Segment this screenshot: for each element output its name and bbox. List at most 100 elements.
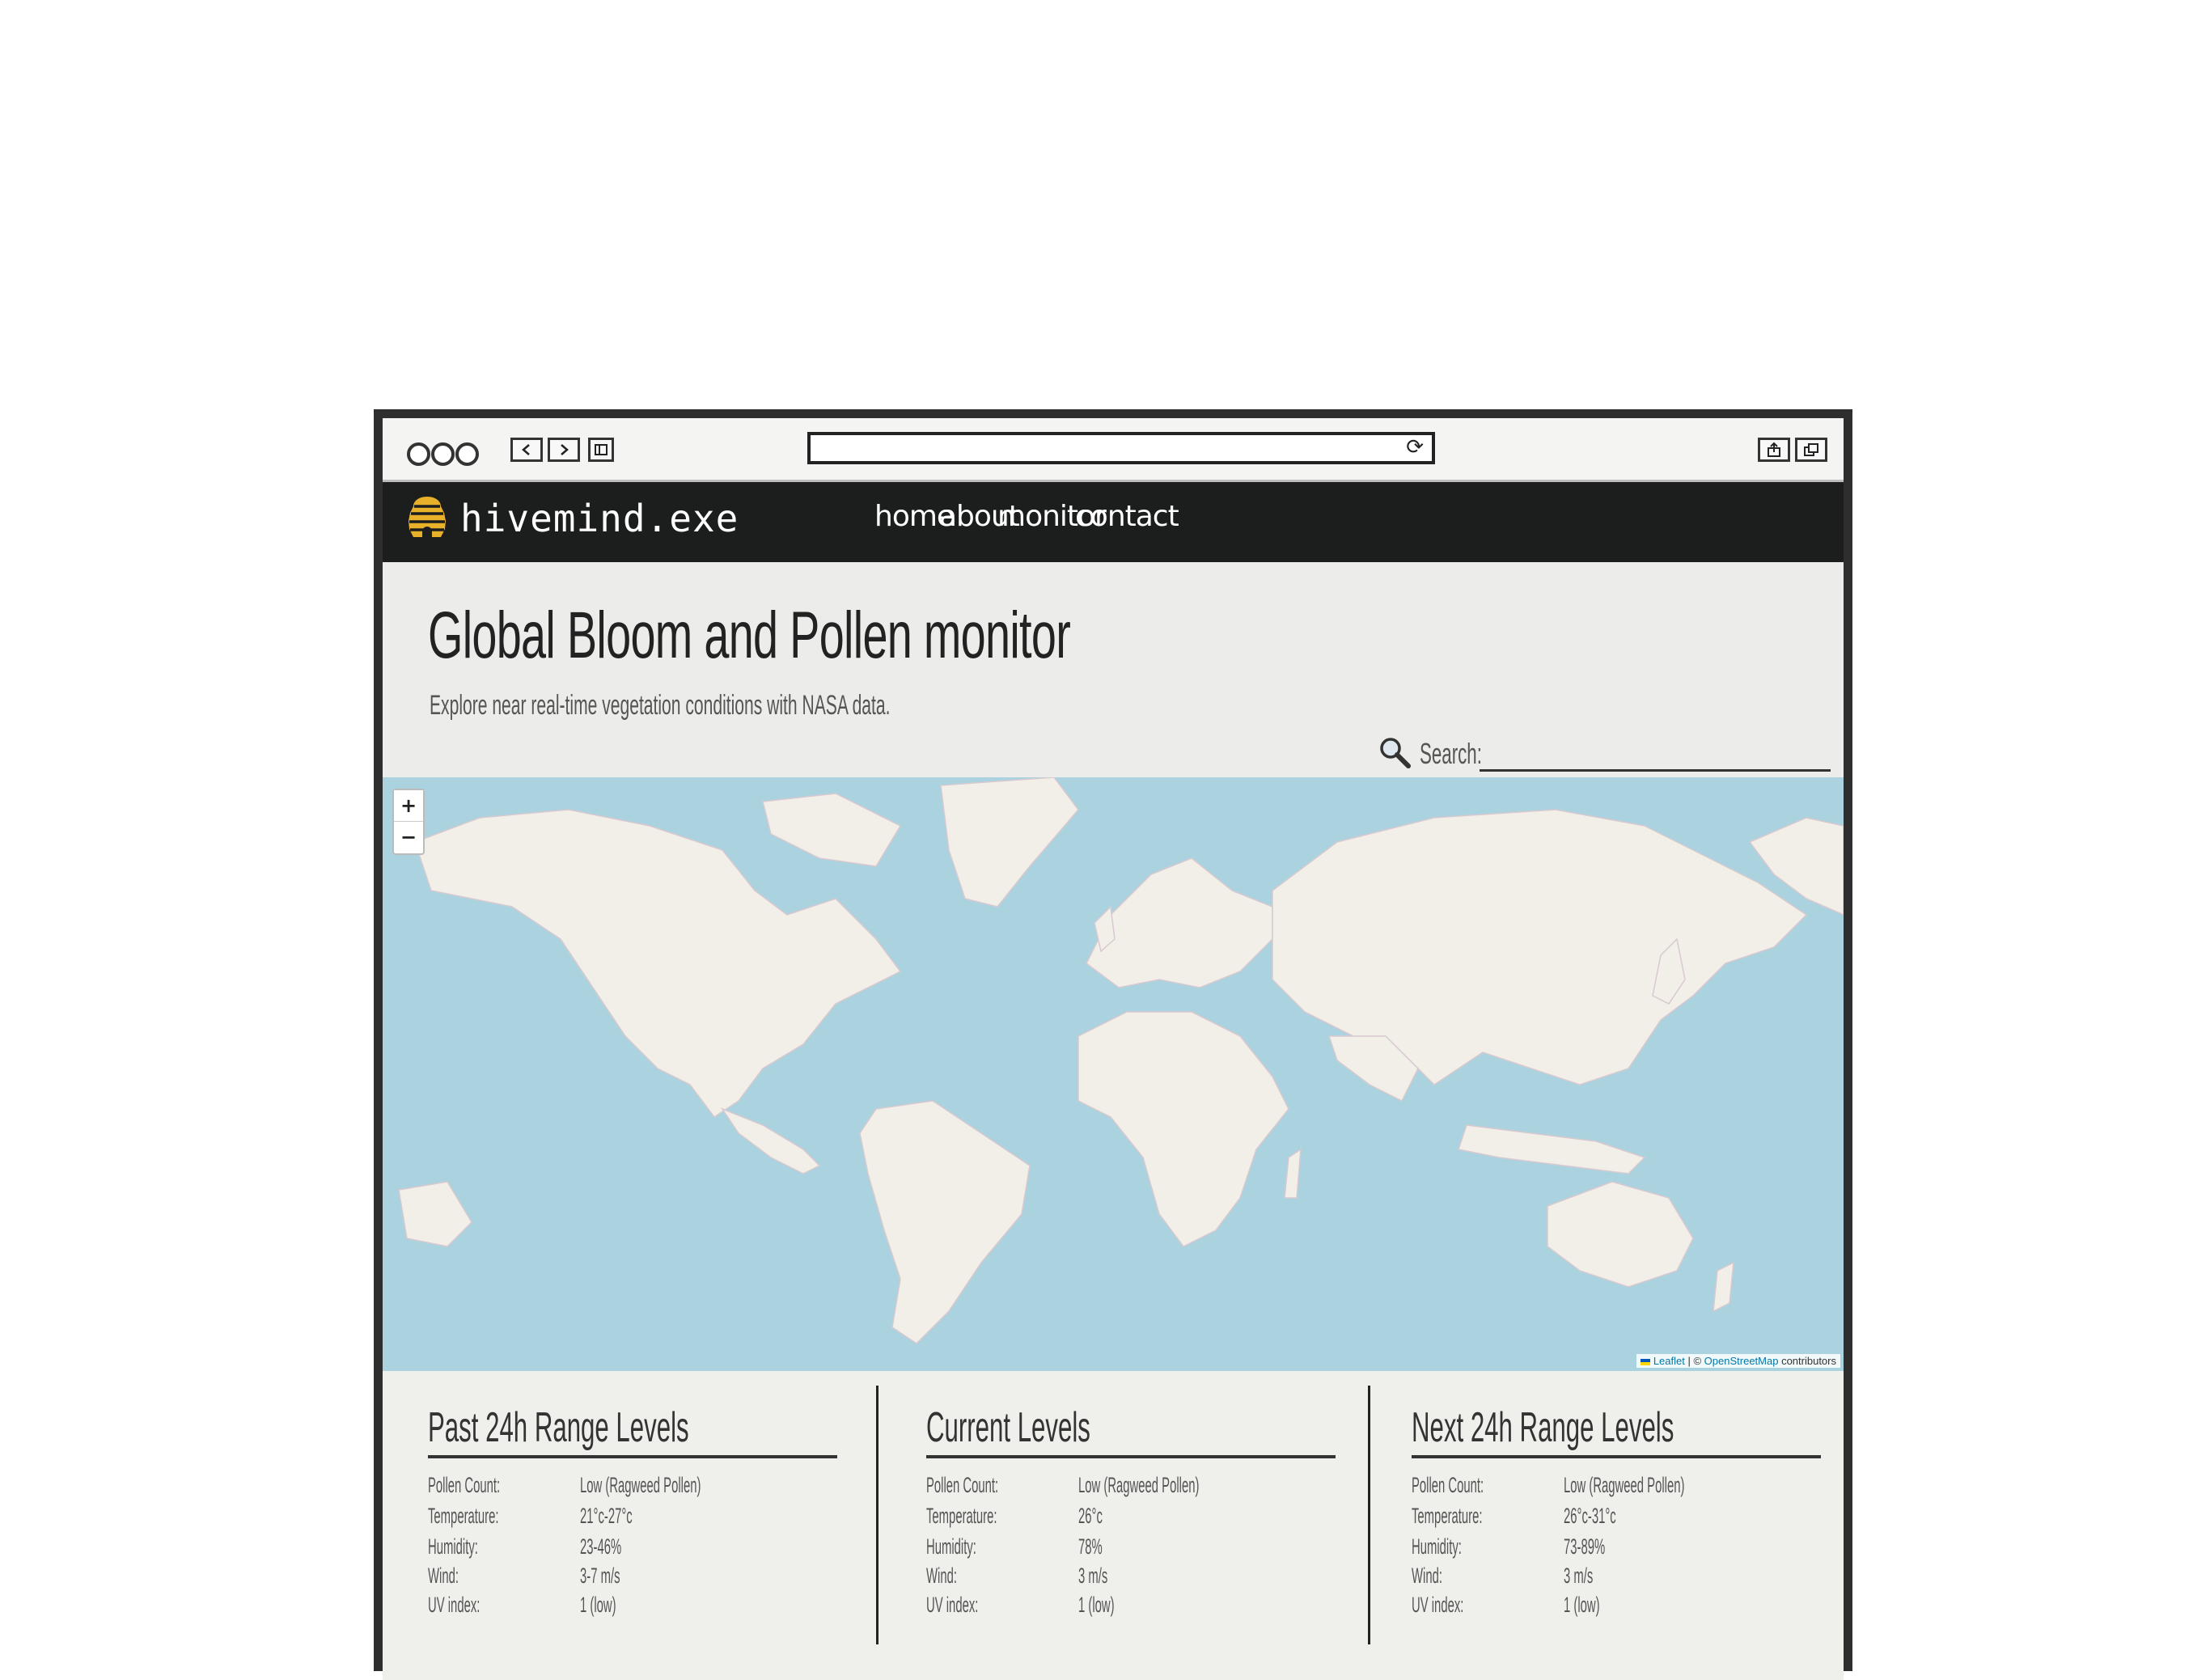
search-icon[interactable] <box>1378 735 1412 769</box>
world-map-tiles[interactable] <box>383 777 1844 1371</box>
stat-value: 78% <box>1078 1534 1103 1559</box>
openstreetmap-link[interactable]: OpenStreetMap <box>1704 1355 1779 1367</box>
stat-value: 73-89% <box>1564 1534 1606 1559</box>
panel-divider <box>926 1455 1336 1458</box>
stat-row: Humidity: 78% <box>926 1534 1331 1564</box>
stat-label: Humidity: <box>926 1534 976 1559</box>
browser-toolbar: ⟳ <box>383 418 1844 482</box>
nav-contact[interactable]: contact <box>1075 500 1179 533</box>
stat-label: Pollen Count: <box>1412 1473 1484 1497</box>
window-minimize-button[interactable] <box>431 442 455 466</box>
panel-separator <box>1368 1386 1370 1644</box>
site-navbar: hivemind.exe home about monitor contact <box>383 482 1844 562</box>
land-africa <box>1077 1011 1289 1247</box>
stat-label: Temperature: <box>428 1504 499 1528</box>
land-europe <box>1086 857 1273 988</box>
zoom-control: + − <box>392 789 425 855</box>
stat-label: Temperature: <box>926 1504 997 1528</box>
stat-value: 1 (low) <box>1564 1593 1600 1617</box>
stat-label: Humidity: <box>1412 1534 1462 1559</box>
panel-separator <box>876 1386 878 1644</box>
stat-value: 3 m/s <box>1564 1564 1594 1588</box>
search-label: Search: <box>1420 737 1482 770</box>
search-input[interactable] <box>1480 742 1831 772</box>
address-bar[interactable]: ⟳ <box>807 432 1435 464</box>
sidebar-toggle-button[interactable] <box>588 438 614 462</box>
panel-divider <box>428 1455 837 1458</box>
map-attribution: Leaflet | © OpenStreetMap contributors <box>1636 1354 1840 1368</box>
share-button[interactable] <box>1758 438 1790 462</box>
stat-value: 1 (low) <box>1078 1593 1115 1617</box>
land-arctic-islands <box>762 793 902 867</box>
attribution-tail: contributors <box>1778 1355 1836 1367</box>
stat-label: Wind: <box>926 1564 957 1588</box>
page-title: Global Bloom and Pollen monitor <box>428 599 1071 672</box>
land-new-zealand <box>1713 1261 1734 1313</box>
panel-title: Next 24h Range Levels <box>1412 1404 1674 1451</box>
panel-title: Past 24h Range Levels <box>428 1404 689 1451</box>
panel-title: Current Levels <box>926 1404 1090 1451</box>
stat-label: Wind: <box>428 1564 459 1588</box>
stat-row: Wind: 3-7 m/s <box>428 1564 832 1593</box>
ukraine-flag-icon <box>1641 1358 1651 1365</box>
panel-current: Current Levels Pollen Count: Low (Ragweed… <box>926 1371 1379 1680</box>
stat-value: 1 (low) <box>580 1593 616 1617</box>
page-subtitle: Explore near real-time vegetation condit… <box>430 690 891 721</box>
stat-row: Pollen Count: Low (Ragweed Pollen) <box>1412 1473 1816 1502</box>
beehive-icon[interactable] <box>402 493 452 544</box>
stat-label: Pollen Count: <box>926 1473 999 1497</box>
stat-label: Wind: <box>1412 1564 1442 1588</box>
browser-window: ⟳ hivemind.exe home about monitor contac… <box>374 409 1852 1680</box>
reload-icon[interactable]: ⟳ <box>1406 435 1424 459</box>
stat-label: UV index: <box>1412 1593 1464 1617</box>
land-australia <box>1547 1181 1694 1288</box>
stat-label: UV index: <box>428 1593 481 1617</box>
panel-next-24h: Next 24h Range Levels Pollen Count: Low (… <box>1412 1371 1865 1680</box>
stat-value: Low (Ragweed Pollen) <box>1078 1473 1200 1497</box>
stat-value: 3 m/s <box>1078 1564 1108 1588</box>
zoom-out-button[interactable]: − <box>394 821 423 852</box>
land-greenland <box>940 777 1079 908</box>
stat-row: UV index: 1 (low) <box>926 1593 1331 1622</box>
stat-value: 23-46% <box>580 1534 622 1559</box>
window-maximize-button[interactable] <box>455 442 479 466</box>
land-australia-wrap <box>398 1181 472 1247</box>
stat-label: Temperature: <box>1412 1504 1483 1528</box>
stat-row: Pollen Count: Low (Ragweed Pollen) <box>428 1473 832 1502</box>
leaflet-link[interactable]: Leaflet <box>1653 1355 1685 1367</box>
land-madagascar <box>1284 1148 1302 1199</box>
back-button[interactable] <box>510 438 543 462</box>
stat-row: Wind: 3 m/s <box>926 1564 1331 1593</box>
panel-divider <box>1412 1455 1821 1458</box>
brand-name[interactable]: hivemind.exe <box>460 497 739 540</box>
stat-row: Temperature: 26°c-31°c <box>1412 1504 1816 1533</box>
attribution-separator: | © <box>1684 1355 1704 1367</box>
stat-value: 21°c-27°c <box>580 1504 633 1528</box>
forward-button[interactable] <box>548 438 580 462</box>
stat-label: Pollen Count: <box>428 1473 501 1497</box>
chevron-left-icon <box>522 444 530 455</box>
search-bar: Search: <box>1378 732 1831 772</box>
stat-row: Wind: 3 m/s <box>1412 1564 1816 1593</box>
stat-row: Humidity: 23-46% <box>428 1534 832 1564</box>
stat-value: Low (Ragweed Pollen) <box>1564 1473 1685 1497</box>
tabs-icon <box>1804 443 1818 456</box>
stat-value: 3-7 m/s <box>580 1564 620 1588</box>
stat-row: Temperature: 21°c-27°c <box>428 1504 832 1533</box>
chevron-right-icon <box>561 444 569 455</box>
land-south-america <box>859 1100 1031 1344</box>
window-close-button[interactable] <box>407 442 430 466</box>
zoom-in-button[interactable]: + <box>394 790 423 821</box>
panel-past-24h: Past 24h Range Levels Pollen Count: Low (… <box>428 1371 881 1680</box>
levels-section: Past 24h Range Levels Pollen Count: Low (… <box>383 1371 1844 1680</box>
stat-row: UV index: 1 (low) <box>1412 1593 1816 1622</box>
stat-value: 26°c-31°c <box>1564 1504 1616 1528</box>
tabs-button[interactable] <box>1795 438 1827 462</box>
world-map[interactable]: + − Leaflet | © OpenStreetMap contributo… <box>383 777 1844 1371</box>
stat-label: Humidity: <box>428 1534 478 1559</box>
stat-row: Humidity: 73-89% <box>1412 1534 1816 1564</box>
share-icon <box>1768 442 1780 457</box>
stat-value: Low (Ragweed Pollen) <box>580 1473 701 1497</box>
stat-value: 26°c <box>1078 1504 1103 1528</box>
stat-label: UV index: <box>926 1593 979 1617</box>
